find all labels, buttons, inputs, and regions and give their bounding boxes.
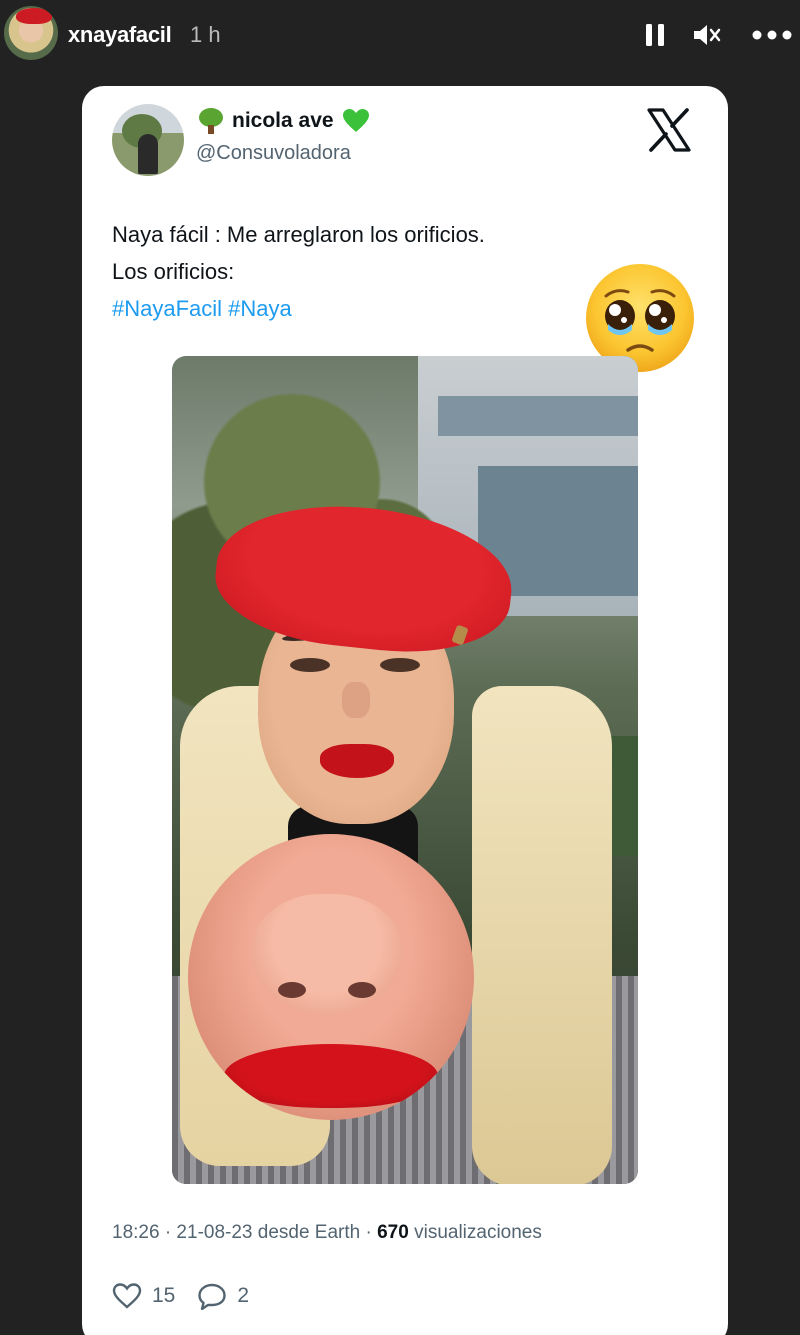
nostril (278, 982, 306, 998)
x-logo-icon (647, 108, 691, 152)
tree-emoji-icon (198, 108, 224, 134)
more-icon[interactable] (750, 18, 794, 52)
tweet-card: nicola ave @Consuvoladora Naya fácil : M… (82, 86, 728, 1335)
tweet-actions: 15 2 (112, 1282, 271, 1310)
eye (290, 658, 330, 672)
tweet-meta: 18:26 · 21-08-23 desde Earth · 670 visua… (112, 1222, 542, 1244)
pause-icon[interactable] (638, 18, 672, 52)
zoom-nose (252, 894, 402, 1014)
nose (342, 682, 370, 718)
avatar-person (138, 134, 158, 174)
tweet-author-avatar[interactable] (112, 104, 184, 176)
mute-icon[interactable] (690, 18, 724, 52)
reply-button[interactable]: 2 (197, 1282, 249, 1310)
reply-count: 2 (237, 1284, 250, 1307)
tweet-author-name[interactable]: nicola ave (232, 109, 334, 133)
like-button[interactable]: 15 (112, 1282, 175, 1310)
like-count: 15 (152, 1284, 176, 1307)
zoom-lips (224, 1044, 438, 1108)
green-heart-icon (342, 109, 369, 132)
heart-icon (112, 1283, 142, 1309)
story-header: xnayafacil 1 h (0, 0, 800, 70)
photo-hair (472, 686, 612, 1184)
story-avatar[interactable] (4, 6, 58, 60)
hashtag-naya[interactable]: #Naya (228, 296, 292, 321)
tweet-author-handle[interactable]: @Consuvoladora (196, 142, 351, 165)
tweet-text-line1: Naya fácil : Me arreglaron los orificios… (112, 222, 485, 247)
avatar-beret (16, 8, 52, 24)
reply-bubble-icon (198, 1283, 227, 1310)
tweet-author-row: nicola ave (198, 108, 370, 134)
story-username[interactable]: xnayafacil (68, 22, 172, 48)
lips (320, 744, 394, 778)
nostril (348, 982, 376, 998)
hashtag-nayafacil[interactable]: #NayaFacil (112, 296, 222, 321)
views-label: visualizaciones (408, 1222, 542, 1243)
tweet-timestamp: 18:26 · 21-08-23 desde Earth · (112, 1222, 378, 1243)
story-time: 1 h (190, 22, 221, 47)
nose-zoom-circle (188, 834, 474, 1120)
views-count: 670 (377, 1222, 409, 1243)
tweet-photo[interactable] (172, 356, 638, 1184)
eye (380, 658, 420, 672)
